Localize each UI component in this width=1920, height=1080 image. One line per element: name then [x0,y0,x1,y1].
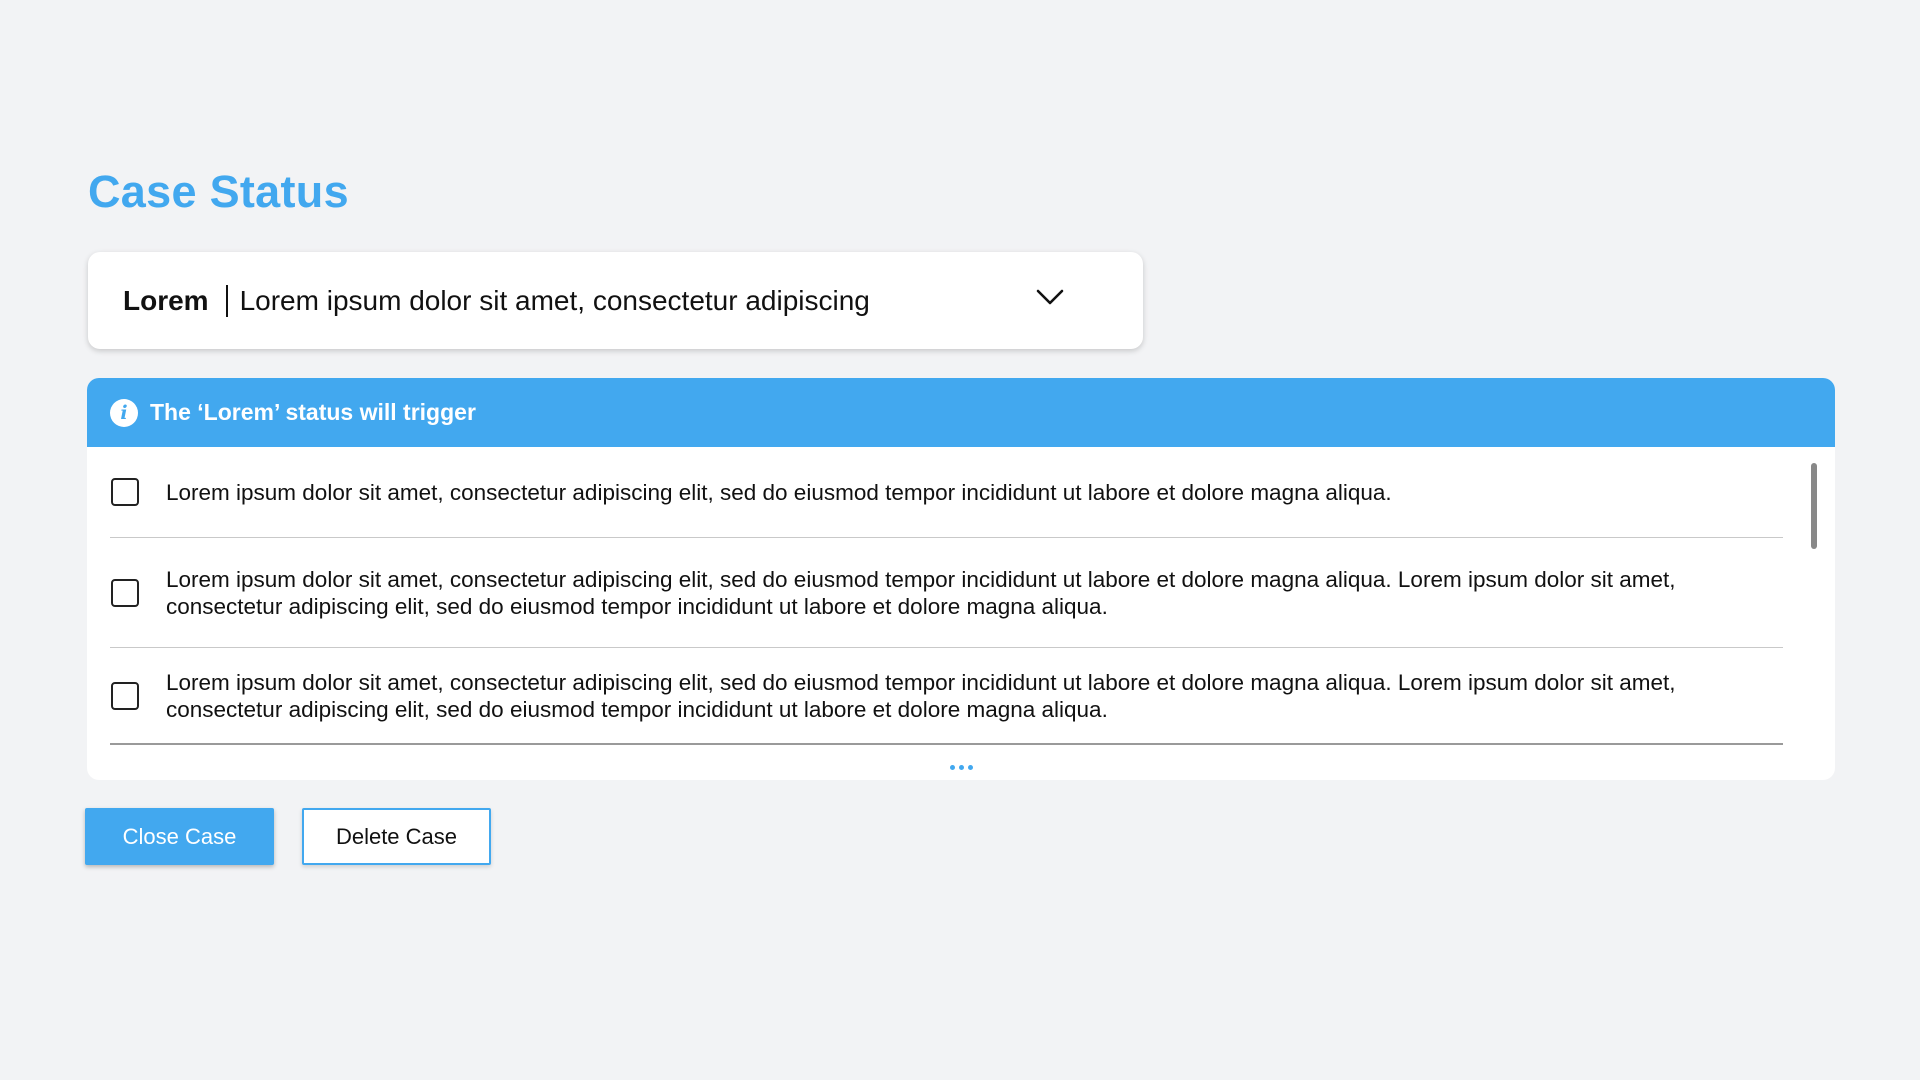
status-description: Lorem ipsum dolor sit amet, consectetur … [239,284,870,316]
trigger-list: Lorem ipsum dolor sit amet, consectetur … [87,447,1835,745]
scrollbar-thumb[interactable] [1811,463,1817,549]
page-title: Case Status [88,166,349,217]
list-item: Lorem ipsum dolor sit amet, consectetur … [110,447,1783,538]
trigger-panel-title: The ‘Lorem’ status will trigger [150,399,476,425]
item-text: Lorem ipsum dolor sit amet, consectetur … [166,669,1676,722]
chevron-down-icon[interactable] [1035,287,1065,307]
more-horizontal-icon[interactable] [87,758,1835,772]
delete-case-button[interactable]: Delete Case [302,808,491,865]
status-dropdown[interactable]: Lorem Lorem ipsum dolor sit amet, consec… [88,252,1143,349]
close-case-button[interactable]: Close Case [85,808,274,865]
trigger-panel: i The ‘Lorem’ status will trigger Lorem … [87,378,1835,780]
status-divider [225,284,228,317]
item-text: Lorem ipsum dolor sit amet, consectetur … [166,479,1392,505]
item-checkbox[interactable] [111,478,139,506]
item-checkbox[interactable] [111,681,139,710]
trigger-panel-header: i The ‘Lorem’ status will trigger [87,378,1835,447]
status-code: Lorem [123,284,209,316]
list-item: Lorem ipsum dolor sit amet, consectetur … [110,648,1783,745]
list-item: Lorem ipsum dolor sit amet, consectetur … [110,538,1783,648]
info-icon: i [110,398,138,427]
item-checkbox[interactable] [111,578,139,607]
item-text: Lorem ipsum dolor sit amet, consectetur … [166,566,1676,619]
